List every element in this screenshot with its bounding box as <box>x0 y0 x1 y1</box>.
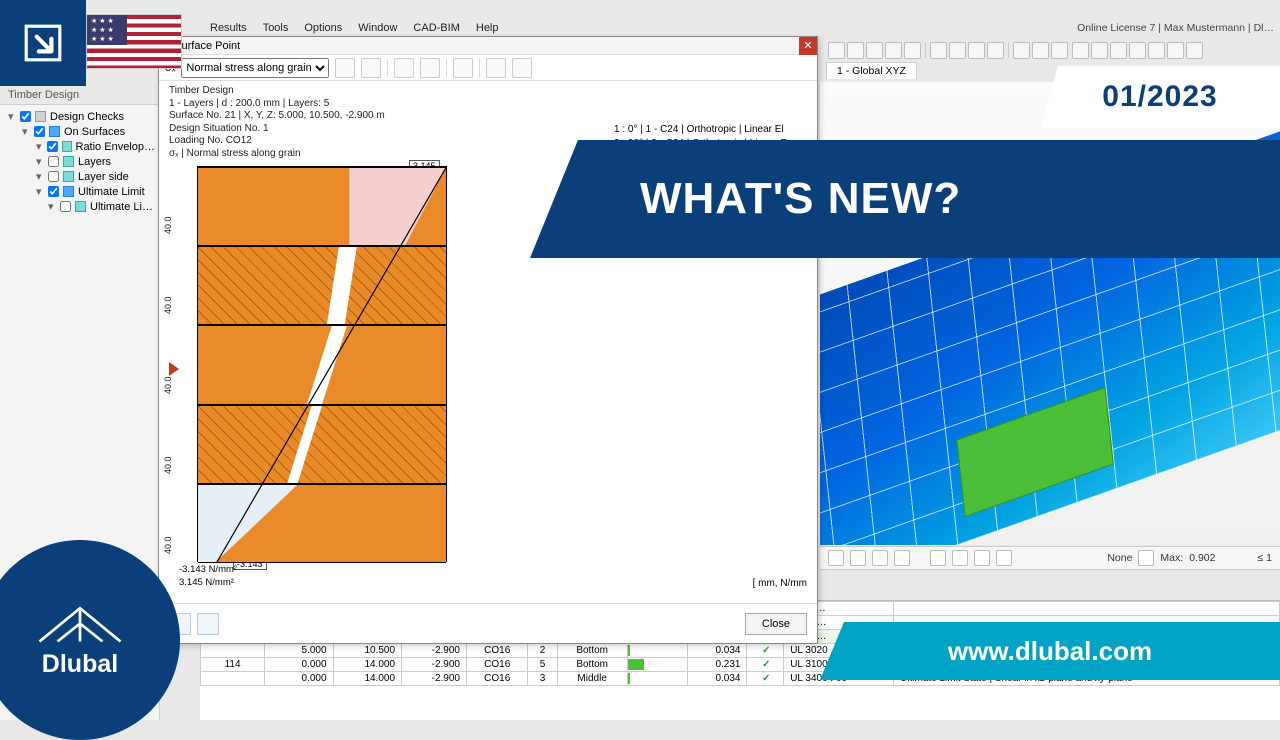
tree-checkbox[interactable] <box>47 141 58 152</box>
close-button[interactable]: Close <box>745 613 807 635</box>
status-icon[interactable] <box>996 550 1012 566</box>
status-icon[interactable] <box>930 550 946 566</box>
toolbar-icon[interactable] <box>866 42 883 59</box>
toolbar-icon[interactable] <box>847 42 864 59</box>
toolbar-icon[interactable] <box>885 42 902 59</box>
toolbar-icon[interactable] <box>987 42 1004 59</box>
node-icon <box>63 186 74 197</box>
status-icon[interactable] <box>952 550 968 566</box>
nav-next-icon[interactable] <box>361 58 381 78</box>
tree-label: On Surfaces <box>64 126 125 138</box>
toolbar-icon[interactable] <box>1167 42 1184 59</box>
toolbar-icon[interactable] <box>1129 42 1146 59</box>
tree-item[interactable]: ▾On Surfaces <box>8 124 155 139</box>
status-icon[interactable] <box>872 550 888 566</box>
tree-checkbox[interactable] <box>48 171 59 182</box>
toolbar-icon[interactable] <box>1110 42 1127 59</box>
node-icon <box>75 201 86 212</box>
toolbar-icon[interactable] <box>1148 42 1165 59</box>
us-flag-icon <box>86 14 182 69</box>
result-diagram-dialog: n Surface Point ✕ σₓ Normal stress along… <box>158 36 818 644</box>
toolbar-icon[interactable] <box>949 42 966 59</box>
toolbar-icon[interactable] <box>828 42 845 59</box>
tree-item[interactable]: ▾Design Checks <box>8 109 155 124</box>
min-max-block: -3.143 N/mm²3.145 N/mm² <box>179 564 237 589</box>
license-info: Online License 7 | Max Mustermann | Dl… <box>1077 22 1274 34</box>
legend-row: 1 : 0° | 1 - C24 | Orthotropic | Linear … <box>614 123 787 137</box>
tree-label: Layers <box>78 156 111 168</box>
tree-checkbox[interactable] <box>48 156 59 167</box>
toolbar-icon[interactable] <box>1091 42 1108 59</box>
tree-item[interactable]: ▾Ultimate Li… <box>8 199 155 214</box>
tree-checkbox[interactable] <box>20 111 31 122</box>
navigator-title: Timber Design <box>0 86 159 105</box>
promo-arrow-icon <box>0 0 86 86</box>
tree-label: Ultimate Li… <box>90 201 153 213</box>
tree-label: Layer side <box>78 171 129 183</box>
toolbar-icon[interactable] <box>904 42 921 59</box>
tree-checkbox[interactable] <box>34 126 45 137</box>
node-icon <box>62 141 72 152</box>
nav-prev-icon[interactable] <box>335 58 355 78</box>
toolbar-icon[interactable] <box>1186 42 1203 59</box>
status-none: None <box>1107 552 1132 564</box>
close-icon[interactable]: ✕ <box>799 37 817 55</box>
status-max-label: Max: <box>1160 552 1183 564</box>
toolbar-icon[interactable] <box>1013 42 1030 59</box>
tree-item[interactable]: ▾Layer side <box>8 169 155 184</box>
status-max-value: 0.902 <box>1189 552 1215 564</box>
tree-item[interactable]: ▾Ultimate Limit <box>8 184 155 199</box>
view-status-bar: None Max: 0.902 ≤ 1 <box>820 546 1280 570</box>
dialog-toolbar: σₓ Normal stress along grain <box>159 55 817 81</box>
toolbar-icon[interactable] <box>1051 42 1068 59</box>
tree-label: Ultimate Limit <box>78 186 145 198</box>
settings-icon[interactable] <box>197 613 219 635</box>
node-icon <box>63 156 74 167</box>
tree-label: Ratio Envelop… <box>76 141 156 153</box>
tree-item[interactable]: ▾Layers <box>8 154 155 169</box>
toolbar-icon[interactable] <box>968 42 985 59</box>
node-icon <box>35 111 46 122</box>
print-icon[interactable] <box>512 58 532 78</box>
main-toolbar <box>820 38 1280 62</box>
promo-headline: WHAT'S NEW? <box>530 140 1280 258</box>
toolbar-icon[interactable] <box>930 42 947 59</box>
node-icon <box>63 171 74 182</box>
promo-url: www.dlubal.com <box>820 622 1280 680</box>
current-layer-marker-icon <box>169 362 179 376</box>
node-icon <box>49 126 60 137</box>
tree-checkbox[interactable] <box>48 186 59 197</box>
smooth-icon[interactable] <box>420 58 440 78</box>
status-icon[interactable] <box>974 550 990 566</box>
promo-date: 01/2023 <box>1040 66 1280 128</box>
maximize-icon[interactable] <box>394 58 414 78</box>
status-icon[interactable] <box>894 550 910 566</box>
export-icon[interactable] <box>486 58 506 78</box>
units-label: [ mm, N/mm <box>753 578 807 589</box>
tree-checkbox[interactable] <box>60 201 71 212</box>
chevron-down-icon[interactable] <box>1138 550 1154 566</box>
tree-item[interactable]: ▾Ratio Envelop… <box>8 139 155 154</box>
view-tab-global[interactable]: 1 - Global XYZ <box>826 62 917 79</box>
status-icon[interactable] <box>828 550 844 566</box>
toolbar-icon[interactable] <box>1032 42 1049 59</box>
tree-label: Design Checks <box>50 111 124 123</box>
toolbar-icon[interactable] <box>1072 42 1089 59</box>
stress-type-select[interactable]: Normal stress along grain <box>181 58 329 78</box>
status-le1: ≤ 1 <box>1257 552 1272 564</box>
status-icon[interactable] <box>850 550 866 566</box>
sort-icon[interactable] <box>453 58 473 78</box>
